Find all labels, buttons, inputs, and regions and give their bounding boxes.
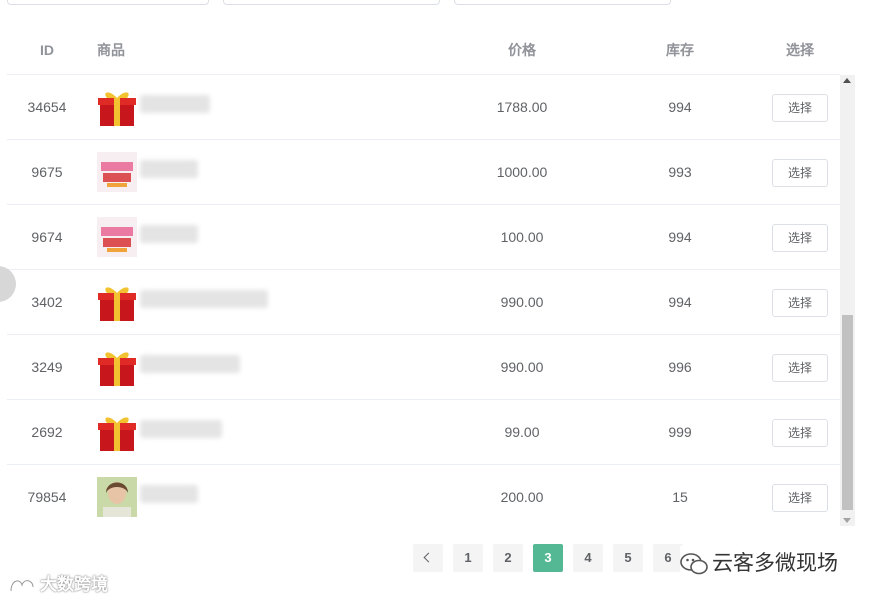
watermark-right-text: 云客多微现场 bbox=[712, 551, 838, 575]
gift-box-icon bbox=[98, 287, 136, 321]
vip-card-icon bbox=[97, 152, 137, 192]
vertical-scrollbar[interactable] bbox=[840, 75, 855, 526]
cell-stock: 994 bbox=[668, 294, 692, 310]
person-photo-icon bbox=[97, 477, 137, 517]
cell-stock: 999 bbox=[668, 424, 692, 440]
product-name-blurred bbox=[140, 420, 222, 438]
product-name-blurred bbox=[140, 485, 198, 503]
cell-id: 3249 bbox=[31, 359, 63, 375]
select-button[interactable]: 选择 bbox=[772, 224, 828, 252]
table-row: 2692 99.00 999 选择 bbox=[7, 400, 840, 465]
cell-id: 9674 bbox=[31, 229, 63, 245]
table-row: 34654 1788.00 994 选择 bbox=[7, 75, 840, 140]
cell-price: 100.00 bbox=[500, 229, 544, 245]
table-row: 3402 990.00 994 选择 bbox=[7, 270, 840, 335]
scroll-up-arrow-icon[interactable] bbox=[843, 78, 851, 83]
prev-page-button[interactable] bbox=[413, 544, 443, 572]
filter-input-2[interactable] bbox=[223, 0, 440, 5]
header-id: ID bbox=[40, 42, 54, 58]
page-button[interactable]: 4 bbox=[573, 544, 603, 572]
cell-id: 3402 bbox=[31, 294, 63, 310]
header-goods: 商品 bbox=[97, 42, 125, 58]
table-body: 34654 1788.00 994 选择 9675 1000.00 993 选择… bbox=[7, 75, 840, 526]
cell-stock: 994 bbox=[668, 229, 692, 245]
select-button[interactable]: 选择 bbox=[772, 419, 828, 447]
product-name-blurred bbox=[140, 160, 198, 178]
scroll-down-arrow-icon[interactable] bbox=[843, 518, 851, 523]
header-select: 选择 bbox=[786, 42, 814, 58]
page-button[interactable]: 6 bbox=[653, 544, 683, 572]
header-stock: 库存 bbox=[666, 42, 694, 58]
cell-price: 990.00 bbox=[500, 359, 544, 375]
gift-box-icon bbox=[98, 92, 136, 126]
page-button[interactable]: 1 bbox=[453, 544, 483, 572]
cell-price: 99.00 bbox=[504, 424, 540, 440]
cell-id: 34654 bbox=[27, 99, 67, 115]
watermark-left: 大数跨境 bbox=[8, 572, 108, 598]
select-button[interactable]: 选择 bbox=[772, 159, 828, 187]
cell-id: 79854 bbox=[27, 489, 67, 505]
filter-input-1[interactable] bbox=[7, 0, 209, 5]
watermark-left-text: 大数跨境 bbox=[40, 575, 108, 595]
cell-price: 200.00 bbox=[500, 489, 544, 505]
cell-price: 1788.00 bbox=[496, 99, 548, 115]
table-row: 3249 990.00 996 选择 bbox=[7, 335, 840, 400]
cell-id: 2692 bbox=[31, 424, 63, 440]
cell-stock: 15 bbox=[672, 489, 688, 505]
watermark-right: 云客多微现场 bbox=[680, 546, 844, 580]
page-button-current[interactable]: 3 bbox=[533, 544, 563, 572]
gift-box-icon bbox=[98, 352, 136, 386]
brand-logo-icon bbox=[9, 579, 35, 592]
select-button[interactable]: 选择 bbox=[772, 484, 828, 512]
vip-card-icon bbox=[97, 217, 137, 257]
table-row: 79854 200.00 15 选择 bbox=[7, 465, 840, 526]
cell-price: 1000.00 bbox=[496, 164, 548, 180]
gift-box-icon bbox=[98, 417, 136, 451]
cell-id: 9675 bbox=[31, 164, 63, 180]
header-price: 价格 bbox=[508, 42, 536, 58]
product-name-blurred bbox=[140, 290, 268, 308]
page-button[interactable]: 2 bbox=[493, 544, 523, 572]
product-name-blurred bbox=[140, 95, 210, 113]
select-button[interactable]: 选择 bbox=[772, 354, 828, 382]
filter-input-3[interactable] bbox=[454, 0, 671, 5]
wechat-icon bbox=[680, 553, 708, 575]
table-row: 9674 100.00 994 选择 bbox=[7, 205, 840, 270]
scrollbar-thumb[interactable] bbox=[842, 315, 853, 510]
table-row: 9675 1000.00 993 选择 bbox=[7, 140, 840, 205]
product-name-blurred bbox=[140, 225, 198, 243]
cell-stock: 994 bbox=[668, 99, 692, 115]
cell-stock: 996 bbox=[668, 359, 692, 375]
select-button[interactable]: 选择 bbox=[772, 289, 828, 317]
cell-price: 990.00 bbox=[500, 294, 544, 310]
product-name-blurred bbox=[140, 355, 240, 373]
select-button[interactable]: 选择 bbox=[772, 94, 828, 122]
table-header: ID 商品 价格 库存 选择 bbox=[7, 28, 840, 75]
cell-stock: 993 bbox=[668, 164, 692, 180]
page-button[interactable]: 5 bbox=[613, 544, 643, 572]
